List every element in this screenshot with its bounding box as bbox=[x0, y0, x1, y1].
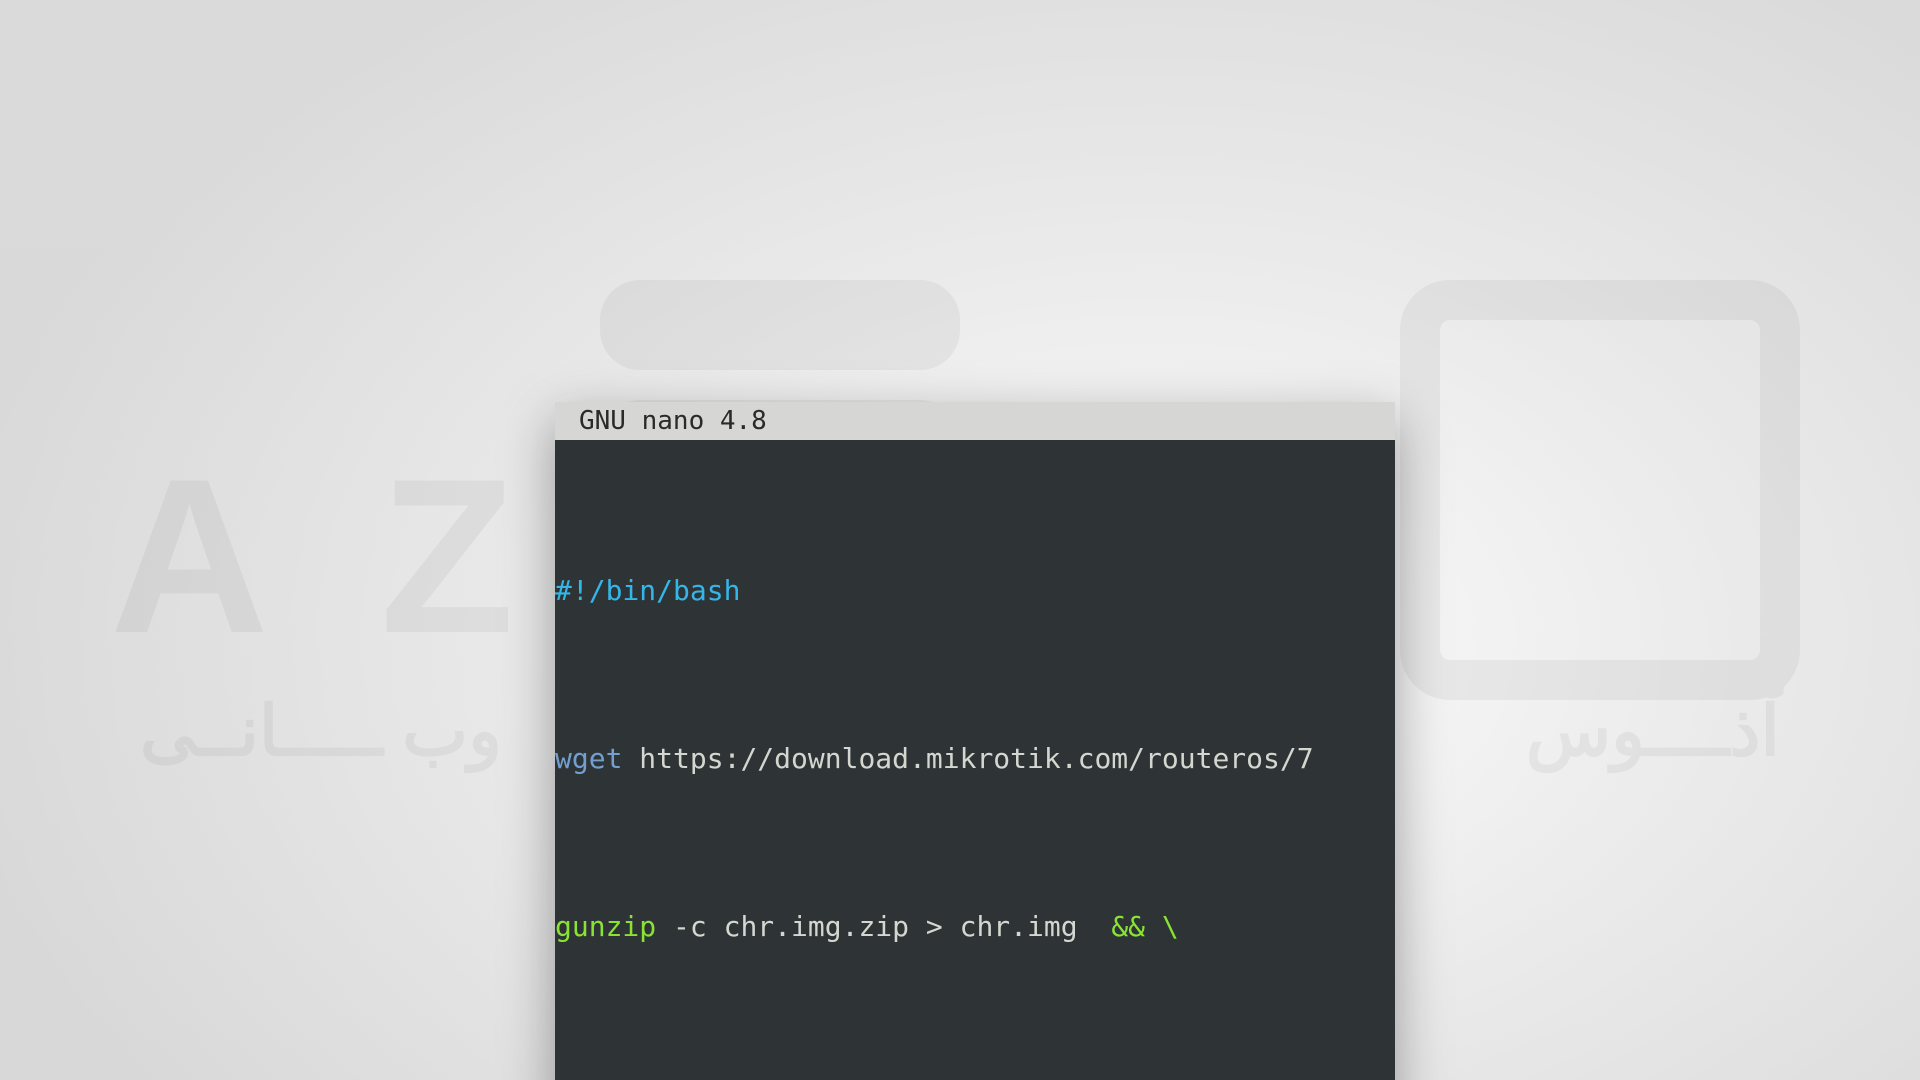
gunzip-args: chr.img.zip > chr.img bbox=[707, 910, 1112, 943]
watermark-letter-a: A bbox=[110, 430, 269, 683]
editor-titlebar: GNU nano 4.8 bbox=[555, 402, 1395, 440]
shebang: #!/bin/bash bbox=[555, 574, 740, 607]
and-op-1: && \ bbox=[1111, 910, 1178, 943]
code-line-1: wget https://download.mikrotik.com/route… bbox=[555, 738, 1395, 780]
gunzip-flag: -c bbox=[656, 910, 707, 943]
wget-url: https://download.mikrotik.com/routeros/7 bbox=[622, 742, 1313, 775]
watermark-box bbox=[1400, 280, 1800, 700]
code-line-0: #!/bin/bash bbox=[555, 570, 1395, 612]
editor-content[interactable]: #!/bin/bash wget https://download.mikrot… bbox=[555, 440, 1395, 1080]
watermark-letter-z: Z bbox=[380, 430, 514, 683]
watermark-text-left: وب ـــــانــى bbox=[140, 690, 502, 772]
page-background: A Z وب ـــــانــى آذــــوس GNU nano 4.8 … bbox=[0, 0, 1920, 1080]
cmd-wget: wget bbox=[555, 742, 622, 775]
watermark-text-right: آذــــوس bbox=[1526, 690, 1780, 772]
code-line-2: gunzip -c chr.img.zip > chr.img && \ bbox=[555, 906, 1395, 948]
code-line-3: mount -o loop,offset=512 chr.img /mnt &&… bbox=[555, 1074, 1395, 1080]
terminal-window: GNU nano 4.8 #!/bin/bash wget https://do… bbox=[555, 402, 1395, 1080]
cmd-gunzip: gunzip bbox=[555, 910, 656, 943]
terminal-container: GNU nano 4.8 #!/bin/bash wget https://do… bbox=[555, 402, 1395, 1080]
